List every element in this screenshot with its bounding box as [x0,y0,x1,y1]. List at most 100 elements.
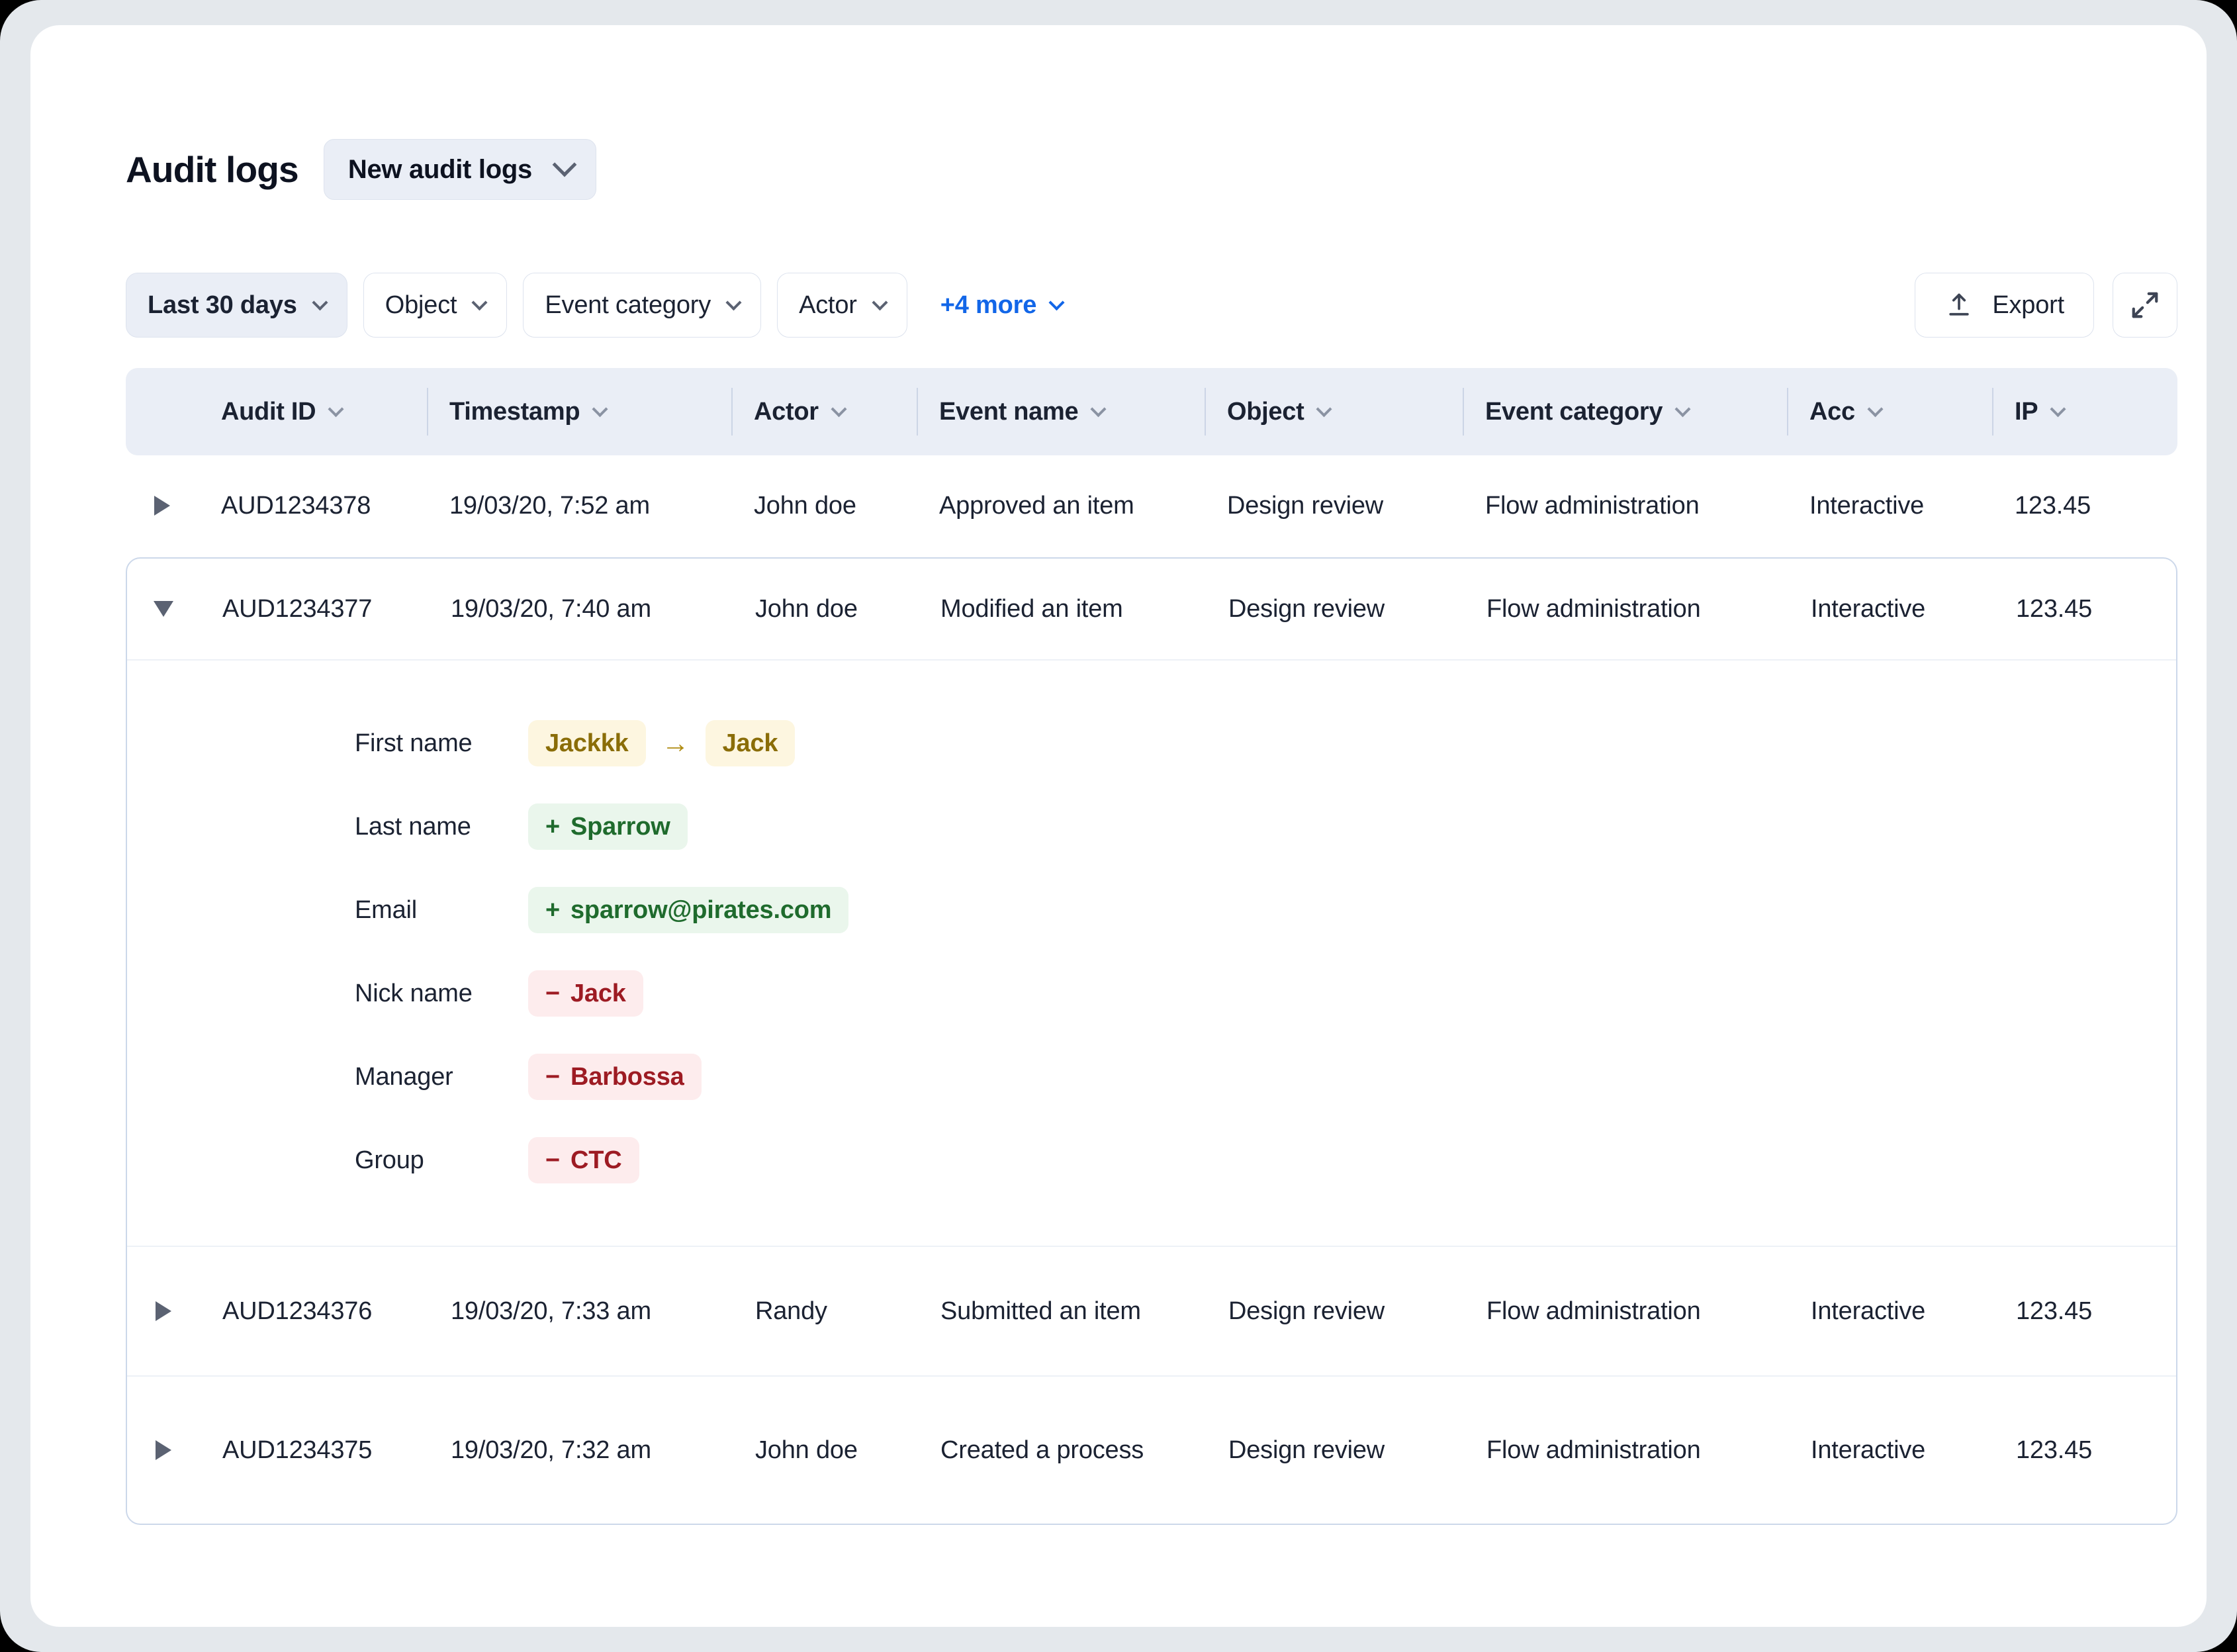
detail-value-added: + Sparrow [528,803,688,850]
column-header-audit-id[interactable]: Audit ID [199,368,427,455]
column-header-label: Acc [1809,397,1855,426]
filter-chip-date-range[interactable]: Last 30 days [126,273,347,338]
chevron-down-icon [1867,400,1884,417]
cell-object: Design review [1228,594,1385,623]
triangle-down-icon [154,601,173,617]
detail-field-label: Group [355,1146,424,1174]
export-button[interactable]: Export [1915,273,2094,338]
detail-value-old: Jackkk [528,720,646,766]
filter-chip-object[interactable]: Object [363,273,508,338]
chevron-down-icon [1090,400,1107,417]
chevron-down-icon [2050,400,2066,417]
expanded-rows-group: AUD1234377 19/03/20, 7:40 am John doe Mo… [126,557,2177,1525]
cell-event-category: Flow administration [1485,491,1700,520]
cell-audit-id: AUD1234378 [221,491,371,520]
table-row[interactable]: AUD1234375 19/03/20, 7:32 am John doe Cr… [127,1377,2176,1524]
page-header: Audit logs New audit logs [126,139,596,200]
column-header-label: Event name [939,397,1079,426]
cell-audit-id: AUD1234377 [222,594,373,623]
column-header-label: Audit ID [221,397,316,426]
table-row[interactable]: AUD1234378 19/03/20, 7:52 am John doe Ap… [126,455,2177,556]
filter-chip-label: Last 30 days [148,291,297,319]
detail-value-text: sparrow@pirates.com [571,895,832,924]
row-collapse-toggle[interactable] [127,601,200,617]
filter-chip-event-category[interactable]: Event category [523,273,762,338]
cell-event-name: Modified an item [940,594,1123,623]
cell-object: Design review [1228,1297,1385,1325]
more-filters-label: +4 more [940,291,1037,319]
row-expand-toggle[interactable] [127,1440,200,1460]
detail-field-label: Nick name [355,979,473,1007]
column-header-actor[interactable]: Actor [731,368,917,455]
detail-value-text: Jack [571,979,626,1007]
cell-ip: 123.45 [2015,491,2091,520]
row-detail-panel: First name Jackkk → Jack Last name + Spa… [127,659,2176,1246]
minus-icon: − [545,1062,560,1091]
view-selector-label: New audit logs [347,154,532,184]
cell-event-category: Flow administration [1486,1297,1701,1325]
filter-bar: Last 30 days Object Event category Actor… [126,273,2177,338]
detail-value-removed: − Barbossa [528,1054,702,1100]
table-header-row: Audit ID Timestamp Actor Event name Obje… [126,368,2177,455]
column-header-label: Object [1227,397,1304,426]
arrow-right-icon: → [661,727,690,758]
export-label: Export [1992,291,2064,319]
triangle-right-icon [154,496,170,516]
detail-value-removed: − CTC [528,1137,639,1183]
chevron-down-icon [471,294,488,310]
cell-ip: 123.45 [2016,594,2093,623]
minus-icon: − [545,1146,560,1174]
cell-actor: John doe [754,491,856,520]
cell-timestamp: 19/03/20, 7:52 am [449,491,650,520]
cell-event-name: Created a process [940,1436,1144,1464]
column-header-label: IP [2015,397,2038,426]
view-selector-dropdown[interactable]: New audit logs [323,139,596,200]
page-card: Audit logs New audit logs Last 30 days O… [30,25,2207,1627]
detail-change-row: First name Jackkk → Jack [127,702,2176,785]
expand-fullscreen-button[interactable] [2113,273,2177,338]
row-expand-toggle[interactable] [126,496,199,516]
column-header-label: Actor [754,397,819,426]
detail-change-row: Nick name − Jack [127,952,2176,1035]
detail-value-new: Jack [705,720,796,766]
detail-field-label: First name [355,729,473,757]
column-header-event-name[interactable]: Event name [917,368,1205,455]
triangle-right-icon [156,1301,171,1321]
filter-chip-actor[interactable]: Actor [777,273,907,338]
cell-event-category: Flow administration [1486,594,1701,623]
chevron-down-icon [831,400,847,417]
cell-actor: John doe [755,1436,858,1464]
column-header-label: Event category [1485,397,1663,426]
column-header-ip[interactable]: IP [1992,368,2158,455]
detail-change-row: Group − CTC [127,1119,2176,1202]
row-expand-toggle[interactable] [127,1301,200,1321]
chevron-down-icon [312,294,328,310]
detail-value-text: CTC [571,1146,622,1174]
table-row[interactable]: AUD1234376 19/03/20, 7:33 am Randy Submi… [127,1246,2176,1377]
column-header-acc[interactable]: Acc [1787,368,1992,455]
column-header-label: Timestamp [449,397,580,426]
cell-acc: Interactive [1811,1436,1926,1464]
cell-event-name: Approved an item [939,491,1134,520]
column-header-timestamp[interactable]: Timestamp [427,368,731,455]
minus-icon: − [545,979,560,1007]
cell-audit-id: AUD1234375 [222,1436,373,1464]
chevron-down-icon [1048,294,1065,310]
page-title: Audit logs [126,148,299,190]
detail-value-added: + sparrow@pirates.com [528,887,849,933]
chevron-down-icon [872,294,888,310]
table-row-expanded[interactable]: AUD1234377 19/03/20, 7:40 am John doe Mo… [127,559,2176,659]
cell-object: Design review [1228,1436,1385,1464]
cell-ip: 123.45 [2016,1436,2093,1464]
more-filters-link[interactable]: +4 more [940,291,1065,320]
detail-change-row: Email + sparrow@pirates.com [127,868,2176,952]
detail-field-label: Manager [355,1062,453,1091]
filter-chip-label: Actor [799,291,857,319]
plus-icon: + [545,812,560,841]
column-header-object[interactable]: Object [1205,368,1463,455]
chevron-down-icon [725,294,742,310]
column-header-event-category[interactable]: Event category [1463,368,1787,455]
cell-actor: Randy [755,1297,827,1325]
cell-ip: 123.45 [2016,1297,2093,1325]
cell-acc: Interactive [1809,491,1925,520]
